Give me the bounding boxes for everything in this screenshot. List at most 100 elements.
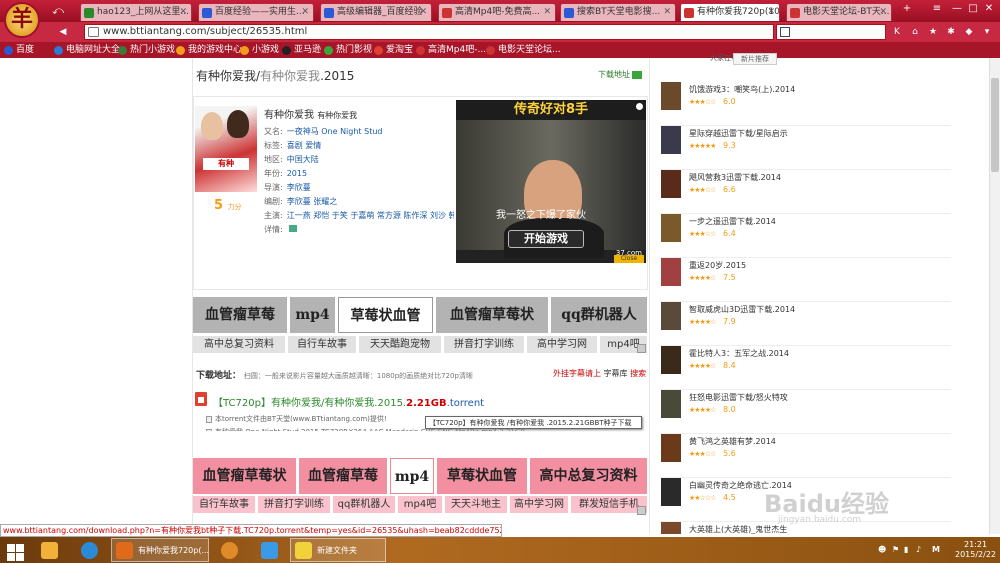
movie-thumbnail[interactable]	[661, 82, 681, 110]
taskbar-app-cloud[interactable]	[70, 538, 110, 562]
keyword-ad[interactable]: 血管瘤草莓	[193, 297, 287, 333]
bookmark-amazon[interactable]: 亚马逊	[282, 43, 321, 57]
keyword-ad[interactable]: 高中总复习资料	[530, 458, 647, 494]
details-icon[interactable]	[288, 225, 297, 232]
gamepad-icon[interactable]: ◆	[962, 25, 976, 39]
taskbar-app-monkey[interactable]	[210, 538, 250, 562]
sidebar-movie-item[interactable]: 星际穿越迅雷下载/星际启示 ★★★★★ 9.3	[661, 126, 951, 170]
keyword-ad[interactable]: 草莓状血管	[437, 458, 527, 494]
keyword-ad-small[interactable]: 高中学习网	[527, 336, 597, 353]
browser-logo[interactable]: 羊	[4, 2, 40, 38]
window-close-icon[interactable]: ✕	[982, 2, 996, 16]
bookmark-game-center[interactable]: 我的游戏中心	[176, 43, 242, 57]
home-icon[interactable]: ⌂	[908, 25, 922, 39]
movie-thumbnail[interactable]	[661, 346, 681, 374]
bookmark-baidu[interactable]: 百度	[4, 43, 34, 57]
movie-poster[interactable]: 有种	[195, 106, 257, 192]
movie-thumbnail[interactable]	[661, 478, 681, 506]
keyword-ad-small[interactable]: 拼音打字训练	[444, 336, 524, 353]
tab-4[interactable]: 高清Mp4吧-免费高... ✕	[438, 3, 556, 21]
tray-ime[interactable]: M	[932, 537, 940, 563]
tab-6-active[interactable]: 有种你爱我720p(10... ✕	[680, 3, 780, 21]
subtitle-link[interactable]: 外挂字幕请上 字幕库 搜索	[553, 368, 646, 379]
start-game-button[interactable]: 开始游戏	[508, 230, 584, 248]
keyword-ad-small[interactable]: 高中总复习资料	[193, 336, 285, 353]
movie-thumbnail[interactable]	[661, 302, 681, 330]
sidebar-movie-item[interactable]: 智取威虎山3D迅雷下载.2014 ★★★★☆ 7.9	[661, 302, 951, 346]
search-input[interactable]	[776, 24, 886, 40]
vertical-scrollbar[interactable]	[989, 58, 1000, 534]
keyword-ad[interactable]: 草莓状血管	[338, 297, 433, 333]
tab-1[interactable]: hao123_上网从这里... ✕	[80, 3, 192, 21]
video-ad[interactable]: 传奇好对8手 我一怒之下爆了家伙 开始游戏 37.com Close	[456, 100, 646, 263]
tab-3[interactable]: 高级编辑器_百度经验 ✕	[320, 3, 432, 21]
ad-close-icon[interactable]	[637, 344, 646, 353]
close-icon[interactable]: ✕	[767, 4, 775, 21]
windows-start-button[interactable]	[4, 538, 26, 562]
movie-thumbnail[interactable]	[661, 258, 681, 286]
movie-thumbnail[interactable]	[661, 126, 681, 154]
keyword-ad-small[interactable]: 自行车故事	[193, 496, 255, 513]
keyword-ad-small[interactable]: 自行车故事	[288, 336, 356, 353]
bookmark-mini-games[interactable]: 小游戏	[240, 43, 279, 57]
keyword-ad-small[interactable]: mp4吧	[398, 496, 442, 513]
scrollbar-thumb[interactable]	[991, 78, 999, 172]
close-icon[interactable]: ✕	[179, 4, 187, 21]
puzzle-icon[interactable]: ✱	[944, 25, 958, 39]
movie-thumbnail[interactable]	[661, 434, 681, 462]
tab-7[interactable]: 电影天堂论坛-BT天... ✕	[786, 3, 892, 21]
sidebar-movie-item[interactable]: 黄飞鸿之英雄有梦.2014 ★★★☆☆ 5.6	[661, 434, 951, 478]
keyword-ad-small[interactable]: qq群机器人	[333, 496, 395, 513]
back-icon[interactable]: ◀	[56, 25, 70, 39]
keyword-ad-small[interactable]: 群发短信手机	[571, 496, 647, 513]
minimize-icon[interactable]: —	[950, 2, 964, 16]
ad-close-button[interactable]: Close	[614, 255, 644, 263]
bookmark-forum[interactable]: 电影天堂论坛...	[486, 43, 561, 57]
sidebar-movie-item[interactable]: 重返20岁.2015 ★★★★☆ 7.5	[661, 258, 951, 302]
close-icon[interactable]: ✕	[879, 4, 887, 21]
address-input[interactable]: www.bttiantang.com/subject/26535.html	[84, 24, 774, 40]
tab-2[interactable]: 百度经验——实用生... ✕	[198, 3, 314, 21]
keyword-ad[interactable]: 血管瘤草莓状	[436, 297, 548, 333]
tray-flag-icon[interactable]: ⚑	[892, 537, 899, 563]
bookmark-games[interactable]: 热门小游戏	[118, 43, 175, 57]
plus-icon[interactable]: +	[900, 2, 914, 16]
star-icon[interactable]: ★	[926, 25, 940, 39]
movie-thumbnail[interactable]	[661, 522, 681, 534]
taskbar-app-network[interactable]	[250, 538, 290, 562]
tray-network-icon[interactable]: ▮	[904, 537, 908, 563]
download-anchor-link[interactable]: 下载地址	[598, 69, 642, 80]
sidebar-movie-item[interactable]: 饥饿游戏3：嘲笑鸟(上).2014 ★★★☆☆ 6.0	[661, 82, 951, 126]
menu-icon[interactable]: ≡	[930, 2, 944, 16]
tray-person-icon[interactable]: ☻	[878, 537, 886, 563]
bookmark-mp4ba[interactable]: 高清Mp4吧-...	[416, 43, 486, 57]
taskbar-window-browser[interactable]: 有种你爱我720p(...	[111, 538, 209, 562]
sidebar-tab[interactable]: 新片推荐	[733, 53, 777, 65]
movie-thumbnail[interactable]	[661, 390, 681, 418]
back-arrow-icon[interactable]: ⤺	[48, 3, 68, 19]
ad-close-icon[interactable]	[637, 506, 646, 515]
keyword-ad[interactable]: qq群机器人	[551, 297, 647, 333]
taskbar-app-box[interactable]	[30, 538, 70, 562]
close-icon[interactable]: ✕	[543, 4, 551, 21]
sidebar-movie-item[interactable]: 飓风营救3迅雷下载.2014 ★★★☆☆ 6.6	[661, 170, 951, 214]
bookmark-videos[interactable]: 热门影视	[324, 43, 372, 57]
maximize-icon[interactable]: □	[966, 2, 980, 16]
close-icon[interactable]: ✕	[663, 4, 671, 21]
keyword-ad-small[interactable]: 高中学习网	[510, 496, 568, 513]
sidebar-movie-item[interactable]: 一步之遥迅雷下载.2014 ★★★☆☆ 6.4	[661, 214, 951, 258]
movie-thumbnail[interactable]	[661, 214, 681, 242]
bookmark-taobao[interactable]: 爱淘宝	[374, 43, 413, 57]
torrent-link[interactable]: 【TC720p】有种你爱我/有种你爱我.2015.2.21GB.torrent	[213, 394, 484, 409]
tray-volume-icon[interactable]: ♪	[916, 537, 921, 563]
movie-thumbnail[interactable]	[661, 170, 681, 198]
keyword-ad-small[interactable]: 拼音打字训练	[258, 496, 330, 513]
keyword-ad-small[interactable]: 天天斗地主	[445, 496, 507, 513]
close-icon[interactable]: ✕	[301, 4, 309, 21]
tab-5[interactable]: 搜索BT天堂电影搜... ✕	[560, 3, 676, 21]
bookmark-nav[interactable]: 电脑网址大全	[54, 43, 120, 57]
keyword-ad-small[interactable]: 天天酷跑宠物	[359, 336, 441, 353]
sidebar-movie-item[interactable]: 霍比特人3：五军之战.2014 ★★★★☆ 8.4	[661, 346, 951, 390]
keyword-ad[interactable]: 血管瘤草莓状	[193, 458, 296, 494]
taskbar-clock[interactable]: 21:21 2015/2/22	[955, 540, 996, 560]
